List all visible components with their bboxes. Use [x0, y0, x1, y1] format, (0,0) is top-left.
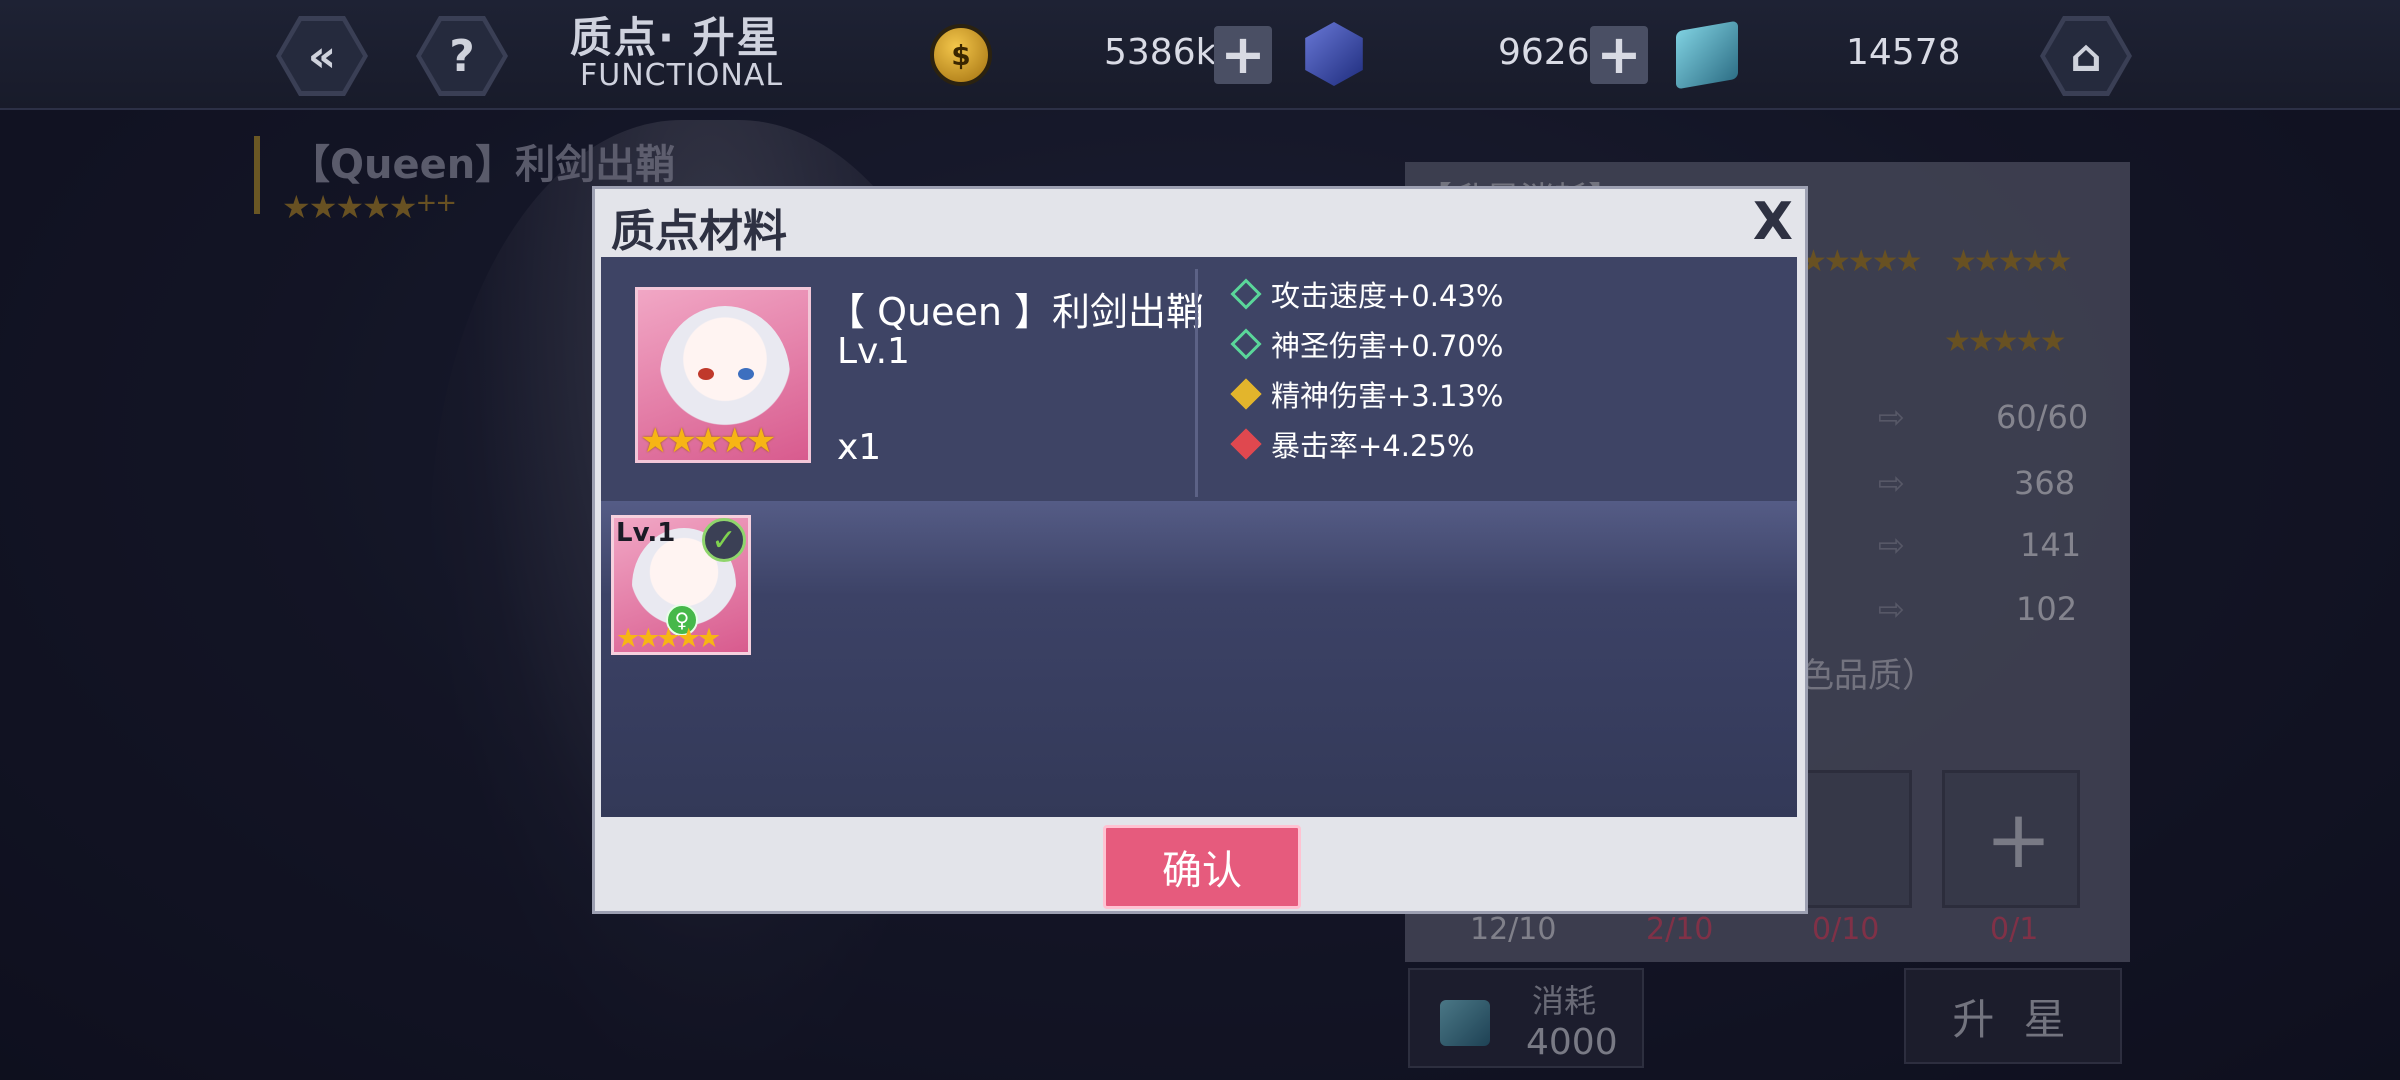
eye-right	[738, 368, 754, 380]
divider	[1195, 269, 1198, 497]
diamond-icon	[1230, 328, 1262, 360]
eye-left	[698, 368, 714, 380]
material-list: Lv.1 ✓ ♀ ★★★★★	[601, 501, 1797, 817]
close-button[interactable]: X	[1753, 193, 1793, 251]
material-card[interactable]: Lv.1 ✓ ♀ ★★★★★	[611, 515, 751, 655]
attribute-row: 暴击率+4.25%	[1230, 423, 1475, 465]
cube-icon	[1676, 20, 1738, 90]
attribute-row: 攻击速度+0.43%	[1230, 273, 1504, 315]
gold-coin-icon: $	[930, 24, 992, 86]
item-info-panel: ★★★★★ 【 Queen 】利剑出鞘 Lv.1 x1 攻击速度+0.43% 神…	[601, 257, 1797, 501]
modal-title: 质点材料	[611, 206, 787, 257]
question-icon: ?	[449, 30, 475, 82]
diamond-icon	[1230, 378, 1262, 410]
check-icon[interactable]: ✓	[702, 518, 746, 562]
material-modal: 质点材料 X ★★★★★ 【 Queen 】利剑出鞘 Lv.1 x1 攻击速度+…	[592, 186, 1808, 914]
add-gold-button[interactable]: +	[1214, 26, 1272, 84]
item-level: Lv.1	[837, 331, 910, 372]
cube-value: 14578	[1846, 32, 1961, 73]
help-button[interactable]: ?	[416, 16, 508, 96]
home-icon: ⌂	[2070, 30, 2102, 82]
confirm-button[interactable]: 确认	[1103, 825, 1301, 909]
add-crystal-button[interactable]: +	[1590, 26, 1648, 84]
diamond-icon	[1230, 278, 1262, 310]
crystal-icon	[1305, 22, 1363, 86]
item-portrait: ★★★★★	[635, 287, 811, 463]
gold-value: 5386k	[1104, 32, 1217, 73]
page-subtitle: FUNCTIONAL	[580, 58, 784, 93]
crystal-value: 9626	[1498, 32, 1590, 73]
home-button[interactable]: ⌂	[2040, 16, 2132, 96]
attribute-row: 精神伤害+3.13%	[1230, 373, 1504, 415]
item-name: 【 Queen 】利剑出鞘	[827, 290, 1204, 334]
diamond-icon	[1230, 428, 1262, 460]
top-bar: « ? 质点· 升星 FUNCTIONAL $ 5386k + 9626 + 1…	[0, 0, 2400, 110]
attribute-label: 神圣伤害+0.70%	[1271, 329, 1504, 363]
material-stars: ★★★★★	[616, 623, 721, 654]
attribute-label: 攻击速度+0.43%	[1271, 279, 1504, 313]
material-level: Lv.1	[616, 518, 676, 548]
attribute-label: 暴击率+4.25%	[1271, 429, 1475, 463]
item-stars: ★★★★★	[640, 421, 776, 461]
back-button[interactable]: «	[276, 16, 368, 96]
attribute-row: 神圣伤害+0.70%	[1230, 323, 1504, 365]
attribute-label: 精神伤害+3.13%	[1271, 379, 1504, 413]
item-quantity: x1	[837, 427, 882, 468]
back-arrow-icon: «	[307, 30, 337, 82]
modal-body: ★★★★★ 【 Queen 】利剑出鞘 Lv.1 x1 攻击速度+0.43% 神…	[601, 257, 1797, 817]
page-title: 质点· 升星	[570, 13, 781, 62]
modal-header: 质点材料 X	[595, 189, 1805, 257]
